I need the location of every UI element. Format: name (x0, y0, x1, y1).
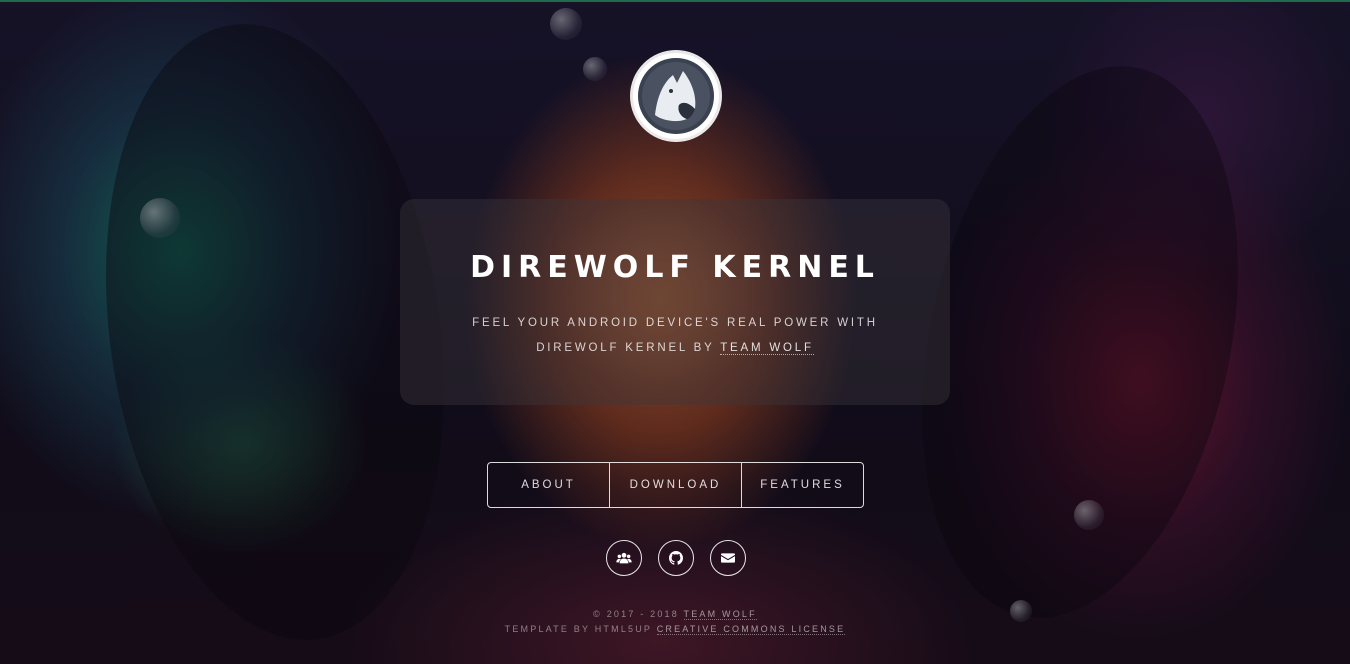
hero-background: DIREWOLF KERNEL Feel your Android device… (0, 0, 1350, 664)
tagline: Feel your Android device's real power wi… (430, 311, 920, 361)
team-wolf-link[interactable]: Team Wolf (720, 342, 814, 355)
github-icon (669, 551, 683, 565)
main-nav: About Download Features (487, 462, 864, 508)
footer-credit: Template by HTML5UP Creative Commons Lic… (400, 622, 950, 637)
github-link-button[interactable] (658, 540, 694, 576)
users-icon (616, 552, 632, 564)
tagline-text: Feel your Android device's real power wi… (472, 317, 878, 354)
credit-text: Template by HTML5UP (504, 624, 652, 634)
nav-about-button[interactable]: About (488, 463, 609, 507)
footer: © 2017 - 2018 Team Wolf Template by HTML… (400, 607, 950, 637)
nav-features-button[interactable]: Features (741, 463, 863, 507)
wolf-logo (633, 53, 719, 139)
license-link[interactable]: Creative Commons License (656, 624, 846, 635)
social-links (606, 540, 746, 576)
footer-team-wolf-link[interactable]: Team Wolf (683, 609, 757, 620)
team-link-button[interactable] (606, 540, 642, 576)
nav-download-button[interactable]: Download (609, 463, 741, 507)
wolf-icon (638, 58, 714, 134)
footer-copyright: © 2017 - 2018 Team Wolf (400, 607, 950, 622)
envelope-icon (721, 553, 735, 563)
copyright-text: © 2017 - 2018 (593, 609, 679, 619)
header-panel (400, 199, 950, 405)
email-link-button[interactable] (710, 540, 746, 576)
page-title: DIREWOLF KERNEL (470, 250, 880, 285)
